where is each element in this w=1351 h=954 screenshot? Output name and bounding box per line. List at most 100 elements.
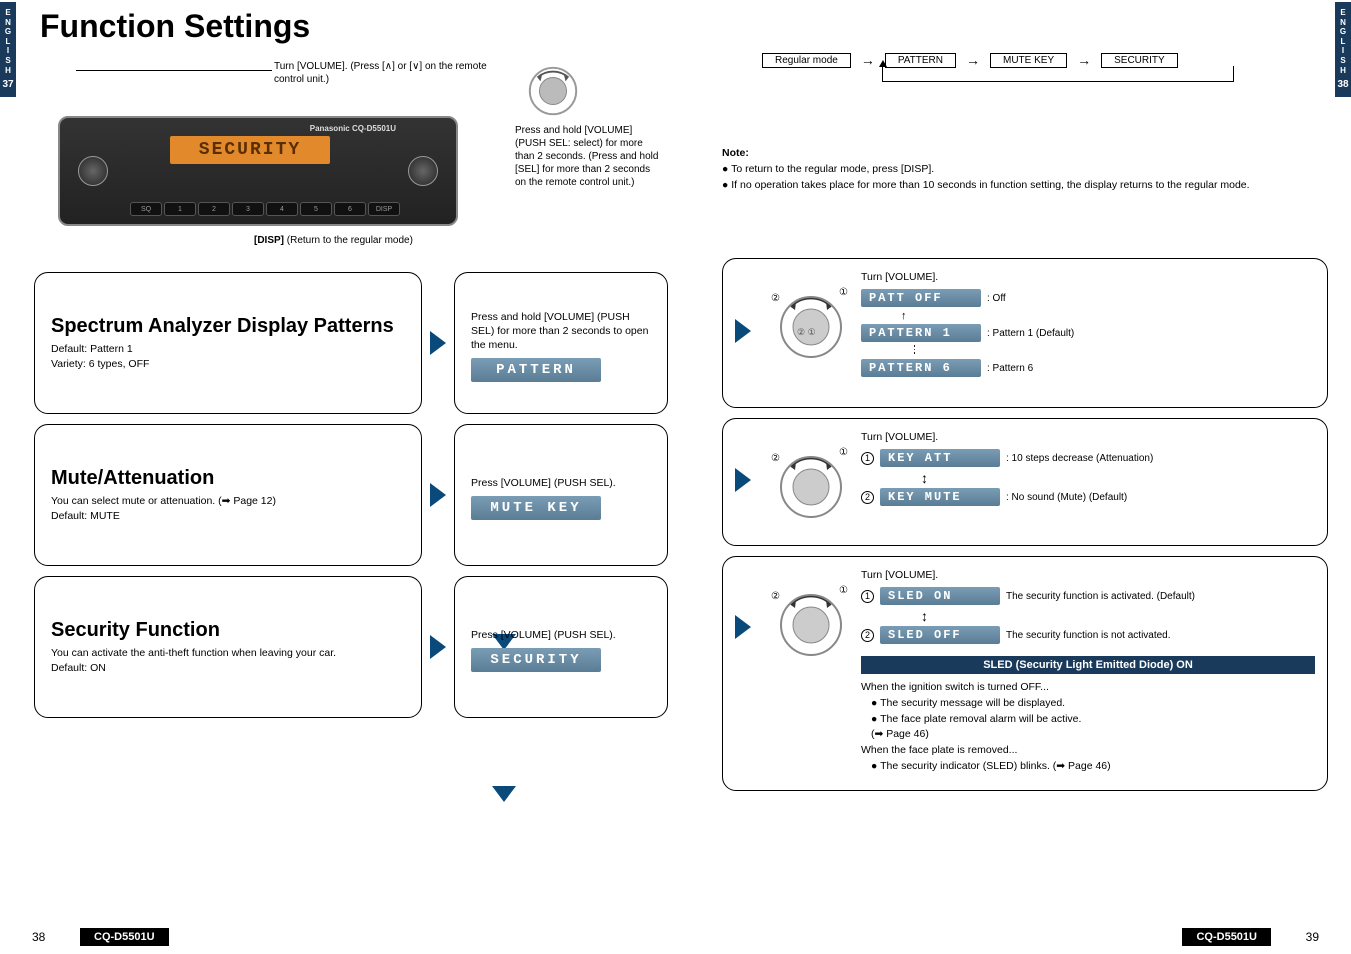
feature-box-mute: Mute/Attenuation You can select mute or … — [34, 424, 422, 566]
arrow-right-icon — [735, 615, 751, 639]
disp-caption-bold: [DISP] — [254, 235, 284, 246]
lcd-pattern6: PATTERN 6 — [861, 359, 981, 377]
opt-line: 2 SLED OFF The security function is not … — [861, 626, 1315, 644]
arrow-right-icon — [735, 319, 751, 343]
arrow-right-icon — [430, 483, 446, 507]
feature-rows: Spectrum Analyzer Display Patterns Defau… — [34, 272, 680, 728]
radio-lcd: SECURITY — [170, 136, 330, 164]
sled-line: ● The security indicator (SLED) blinks. … — [861, 759, 1315, 775]
opt-label: : 10 steps decrease (Attenuation) — [1006, 453, 1153, 464]
feature-desc: Default: Pattern 1 Variety: 6 types, OFF — [51, 342, 405, 371]
opt-num: 2 — [861, 629, 874, 642]
feature-box-spectrum: Spectrum Analyzer Display Patterns Defau… — [34, 272, 422, 414]
side-tab-lang: ENGLISH — [2, 8, 14, 75]
radio-btn: 4 — [266, 202, 298, 216]
flow-return-line — [882, 66, 1234, 82]
feature-action-text: Press [VOLUME] (PUSH SEL). — [471, 628, 651, 642]
opt-line: 1 KEY ATT : 10 steps decrease (Attenuati… — [861, 449, 1315, 467]
note-line: ● To return to the regular mode, press [… — [722, 162, 1322, 178]
feature-desc: You can select mute or attenuation. (➡ P… — [51, 494, 405, 523]
arrow-updown-icon: ↕ — [921, 608, 1315, 624]
turn-label: Turn [VOLUME]. — [861, 431, 1315, 443]
sled-line: (➡ Page 46) — [861, 727, 1315, 743]
opt-line: PATTERN 6 : Pattern 6 — [861, 359, 1315, 377]
remote-instruction-text: Press and hold [VOLUME] (PUSH SEL: selec… — [515, 124, 660, 189]
opt-line: 1 SLED ON The security function is activ… — [861, 587, 1315, 605]
options-col: Turn [VOLUME]. 1 KEY ATT : 10 steps decr… — [861, 427, 1315, 509]
sled-list: When the ignition switch is turned OFF..… — [861, 680, 1315, 775]
sled-line: When the face plate is removed... — [861, 743, 1315, 759]
opt-label: : No sound (Mute) (Default) — [1006, 492, 1127, 503]
radio-faceplate: Panasonic CQ-D5501U SECURITY SQ 1 2 3 4 … — [58, 116, 458, 226]
opt-label: The security function is activated. (Def… — [1006, 591, 1195, 602]
arrow-right-icon: → — [861, 52, 875, 68]
feature-row-security: Security Function You can activate the a… — [34, 576, 680, 718]
remote-knob-diagram — [524, 62, 582, 120]
feature-action-text: Press [VOLUME] (PUSH SEL). — [471, 476, 651, 490]
note-block: Note: ● To return to the regular mode, p… — [722, 146, 1322, 193]
radio-brand: Panasonic CQ-D5501U — [310, 124, 396, 133]
turn-label: Turn [VOLUME]. — [861, 569, 1315, 581]
arrow-up-icon: ↑ — [901, 310, 907, 322]
radio-btn: 3 — [232, 202, 264, 216]
feature-action-mute: Press [VOLUME] (PUSH SEL). MUTE KEY — [454, 424, 668, 566]
arrow-down-wrap — [492, 786, 516, 802]
opt-label: The security function is not activated. — [1006, 630, 1171, 641]
opt-num: 1 — [861, 590, 874, 603]
radio-btn: SQ — [130, 202, 162, 216]
footer-model-right: CQ-D5501U — [1182, 928, 1271, 946]
svg-text:②: ② — [771, 591, 780, 602]
opt-label: : Off — [987, 293, 1006, 304]
radio-button-row: SQ 1 2 3 4 5 6 DISP — [130, 202, 400, 216]
note-title: Note: — [722, 146, 1322, 162]
arrow-up-icon-row: ↑ — [901, 310, 1315, 322]
feature-action-pattern: Press and hold [VOLUME] (PUSH SEL) for m… — [454, 272, 668, 414]
svg-text:①: ① — [839, 287, 848, 298]
disp-caption: [DISP] (Return to the regular mode) — [254, 235, 413, 246]
arrow-down-icon — [492, 786, 516, 802]
radio-btn: DISP — [368, 202, 400, 216]
leader-line — [76, 70, 272, 71]
radio-btn: 2 — [198, 202, 230, 216]
arrow-right-icon — [735, 468, 751, 492]
feature-action-security: Press [VOLUME] (PUSH SEL). SECURITY — [454, 576, 668, 718]
arrow-updown-icon: ↕ — [921, 470, 1315, 486]
lcd-mutekey: MUTE KEY — [471, 496, 601, 520]
lcd-sled-off: SLED OFF — [880, 626, 1000, 644]
footer-model-left: CQ-D5501U — [80, 928, 169, 946]
sled-line: ● The face plate removal alarm will be a… — [861, 712, 1315, 728]
svg-text:②: ② — [771, 453, 780, 464]
knob-diagram: ① ② ② ① — [761, 277, 851, 367]
feature-action-text: Press and hold [VOLUME] (PUSH SEL) for m… — [471, 310, 651, 353]
opt-line: PATTERN 1 : Pattern 1 (Default) — [861, 324, 1315, 342]
svg-text:② ①: ② ① — [797, 327, 816, 337]
lcd-security: SECURITY — [471, 648, 601, 672]
opt-line-2: 2 KEY MUTE : No sound (Mute) (Default) — [861, 488, 1315, 506]
lcd-key-mute: KEY MUTE — [880, 488, 1000, 506]
sled-line: ● The security message will be displayed… — [861, 696, 1315, 712]
setting-row-security: ① ② Turn [VOLUME]. 1 SLED ON The securit… — [722, 556, 1328, 791]
feature-desc: You can activate the anti-theft function… — [51, 646, 405, 675]
lcd-pattern1: PATTERN 1 — [861, 324, 981, 342]
radio-knob-right — [408, 156, 438, 186]
radio-knob-left — [78, 156, 108, 186]
page-title: Function Settings — [40, 8, 310, 45]
svg-text:①: ① — [839, 585, 848, 596]
top-instruction: Turn [VOLUME]. (Press [∧] or [∨] on the … — [274, 60, 494, 86]
arrow-right-icon — [430, 635, 446, 659]
feature-title: Mute/Attenuation — [51, 467, 405, 490]
settings-rows: ① ② ② ① Turn [VOLUME]. PATT OFF : Off ↑ — [722, 258, 1328, 801]
radio-btn: 1 — [164, 202, 196, 216]
feature-title: Spectrum Analyzer Display Patterns — [51, 315, 405, 338]
svg-text:②: ② — [771, 293, 780, 304]
turn-label: Turn [VOLUME]. — [861, 271, 1315, 283]
options-col: Turn [VOLUME]. 1 SLED ON The security fu… — [861, 565, 1315, 775]
lcd-pattern: PATTERN — [471, 358, 601, 382]
feature-box-security: Security Function You can activate the a… — [34, 576, 422, 718]
disp-caption-rest: (Return to the regular mode) — [284, 235, 413, 246]
radio-btn: 5 — [300, 202, 332, 216]
opt-num: 1 — [861, 452, 874, 465]
vertical-dots-icon — [913, 345, 916, 355]
options-col: Turn [VOLUME]. PATT OFF : Off ↑ PATTERN … — [861, 267, 1315, 380]
feature-title: Security Function — [51, 619, 405, 642]
